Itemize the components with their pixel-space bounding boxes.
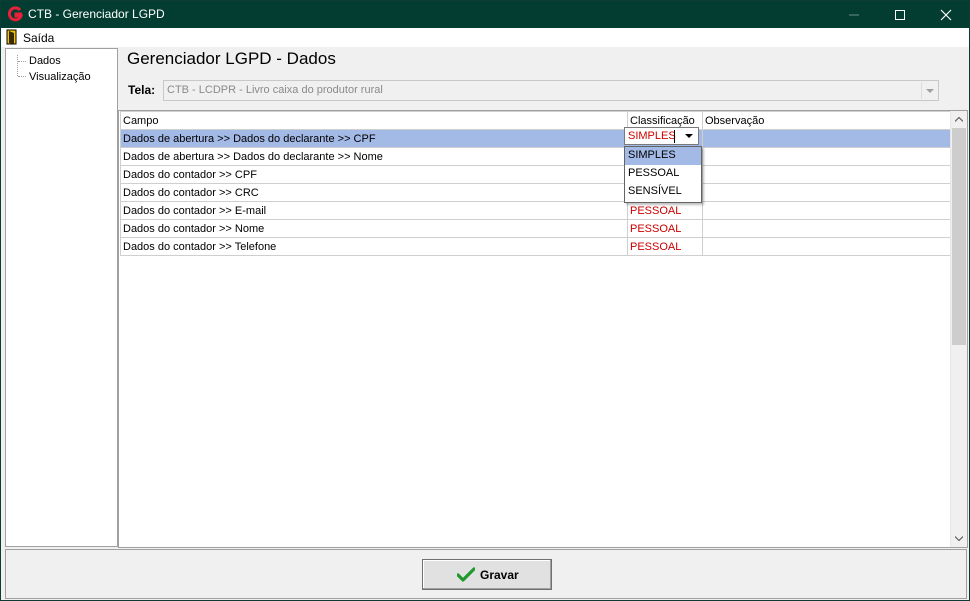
tela-select[interactable]: CTB - LCDPR - Livro caixa do produtor ru…	[163, 80, 939, 101]
minimize-icon	[849, 14, 859, 16]
cell-campo[interactable]: Dados do contador >> Telefone	[120, 237, 628, 256]
header-campo[interactable]: Campo	[120, 111, 628, 130]
chevron-down-icon	[926, 89, 934, 93]
text-caret	[674, 130, 675, 143]
navigation-tree: Dados Visualização	[5, 48, 118, 547]
table-row[interactable]: Dados de abertura >> Dados do declarante…	[120, 147, 952, 166]
app-logo-icon	[7, 6, 24, 22]
close-icon	[940, 9, 952, 21]
cell-classificacao[interactable]: PESSOAL	[627, 219, 703, 238]
tree-connector	[18, 61, 26, 62]
cell-campo[interactable]: Dados do contador >> CRC	[120, 183, 628, 202]
cell-observacao[interactable]	[702, 129, 952, 148]
vertical-scrollbar[interactable]	[950, 111, 967, 547]
header-observacao[interactable]: Observação	[702, 111, 952, 130]
table-row[interactable]: Dados do contador >> E-mail PESSOAL	[120, 201, 952, 220]
footer-panel: Gravar	[5, 549, 967, 599]
cell-observacao[interactable]	[702, 201, 952, 220]
cell-campo[interactable]: Dados do contador >> CPF	[120, 165, 628, 184]
chevron-down-icon	[955, 536, 963, 541]
maximize-icon	[895, 10, 905, 20]
main-content: Dados Visualização Gerenciador LGPD - Da…	[1, 47, 969, 549]
menu-bar: Saída	[1, 28, 969, 47]
save-button[interactable]: Gravar	[422, 559, 552, 590]
maximize-button[interactable]	[877, 1, 923, 28]
title-bar[interactable]: CTB - Gerenciador LGPD	[1, 1, 969, 28]
table-row[interactable]: Dados do contador >> Nome PESSOAL	[120, 219, 952, 238]
tree-connector	[17, 55, 18, 76]
table-row[interactable]: Dados do contador >> CRC	[120, 183, 952, 202]
tela-dropdown-button[interactable]	[921, 82, 937, 99]
page-title: Gerenciador LGPD - Dados	[127, 49, 336, 68]
classificacao-editor-value: SIMPLES	[628, 130, 676, 142]
save-button-label: Gravar	[480, 568, 519, 582]
menu-exit-label: Saída	[23, 31, 55, 45]
cell-observacao[interactable]	[702, 237, 952, 256]
chevron-down-icon	[685, 134, 693, 138]
tela-select-value: CTB - LCDPR - Livro caixa do produtor ru…	[167, 84, 383, 96]
cell-observacao[interactable]	[702, 165, 952, 184]
classificacao-dropdown-button[interactable]	[681, 128, 698, 144]
tree-connector	[18, 76, 26, 77]
tree-item-visualizacao[interactable]: Visualização	[29, 71, 91, 83]
cell-observacao[interactable]	[702, 219, 952, 238]
cell-classificacao[interactable]: PESSOAL	[627, 237, 703, 256]
checkmark-icon	[457, 567, 475, 582]
grid-header-row: Campo Classificação Observação	[120, 111, 952, 130]
cell-campo[interactable]: Dados do contador >> Nome	[120, 219, 628, 238]
table-row[interactable]: Dados do contador >> Telefone PESSOAL	[120, 237, 952, 256]
dropdown-option-pessoal[interactable]: PESSOAL	[625, 165, 701, 183]
scroll-up-button[interactable]	[951, 111, 967, 128]
cell-observacao[interactable]	[702, 183, 952, 202]
data-grid[interactable]: Campo Classificação Observação Dados de …	[118, 110, 968, 548]
classificacao-editor[interactable]: SIMPLES	[624, 127, 699, 145]
table-row[interactable]: Dados de abertura >> Dados do declarante…	[120, 129, 952, 148]
cell-observacao[interactable]	[702, 147, 952, 166]
scroll-thumb[interactable]	[952, 128, 966, 345]
door-exit-icon	[6, 29, 18, 45]
cell-classificacao[interactable]: PESSOAL	[627, 201, 703, 220]
tree-item-dados[interactable]: Dados	[29, 55, 61, 67]
dropdown-option-sensivel[interactable]: SENSÍVEL	[625, 183, 701, 201]
close-button[interactable]	[923, 1, 969, 28]
cell-campo[interactable]: Dados do contador >> E-mail	[120, 201, 628, 220]
app-window: CTB - Gerenciador LGPD Saída Dados Visua…	[0, 0, 970, 601]
cell-campo[interactable]: Dados de abertura >> Dados do declarante…	[120, 129, 628, 148]
tela-label: Tela:	[128, 83, 156, 97]
dropdown-option-simples[interactable]: SIMPLES	[625, 147, 701, 165]
scroll-down-button[interactable]	[951, 530, 967, 547]
window-title: CTB - Gerenciador LGPD	[28, 7, 165, 21]
cell-campo[interactable]: Dados de abertura >> Dados do declarante…	[120, 147, 628, 166]
grid-table: Campo Classificação Observação Dados de …	[120, 111, 952, 256]
classificacao-dropdown-list: SIMPLES PESSOAL SENSÍVEL	[624, 146, 702, 203]
chevron-up-icon	[955, 117, 963, 122]
table-row[interactable]: Dados do contador >> CPF	[120, 165, 952, 184]
minimize-button[interactable]	[831, 1, 877, 28]
